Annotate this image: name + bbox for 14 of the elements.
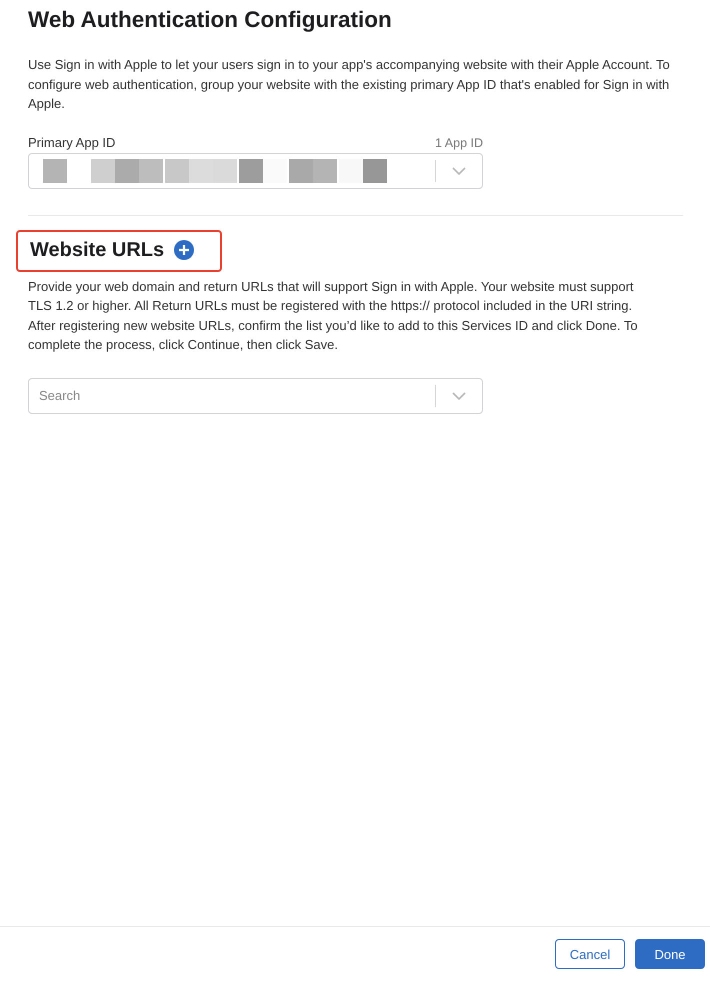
intro-text: Use Sign in with Apple to let your users sign in to your app's accompanying website with their Apple Account. To configure web authentication, group your website with the existing primary App ID that's enabled for Sign in with Apple.: [28, 56, 671, 113]
page-title: Web Authentication Configuration: [28, 6, 393, 34]
done-button[interactable]: Done: [635, 939, 705, 969]
section-description: Provide your web domain and return URLs that will support Sign in with Apple. Your website must support TLS 1.2 or higher. All Return URLs must be registered with the https:// protocol included in the URI string. After registering new website URLs, confirm the list you’d like to add to this Services ID and click Done. To complete the process, click Continue, then click Save.: [28, 278, 639, 354]
add-icon[interactable]: [174, 240, 194, 260]
field-label: Primary App ID: [28, 134, 116, 150]
app-id-select[interactable]: [28, 152, 483, 188]
app-id-count: 1 App ID: [435, 136, 483, 150]
search-field[interactable]: Search: [29, 387, 435, 404]
chevron-down-icon[interactable]: [452, 166, 466, 174]
cancel-button[interactable]: Cancel: [555, 939, 625, 969]
chevron-down-icon[interactable]: [452, 392, 466, 400]
section-heading: Website URLs: [30, 238, 164, 262]
search-select[interactable]: Search: [28, 378, 483, 414]
